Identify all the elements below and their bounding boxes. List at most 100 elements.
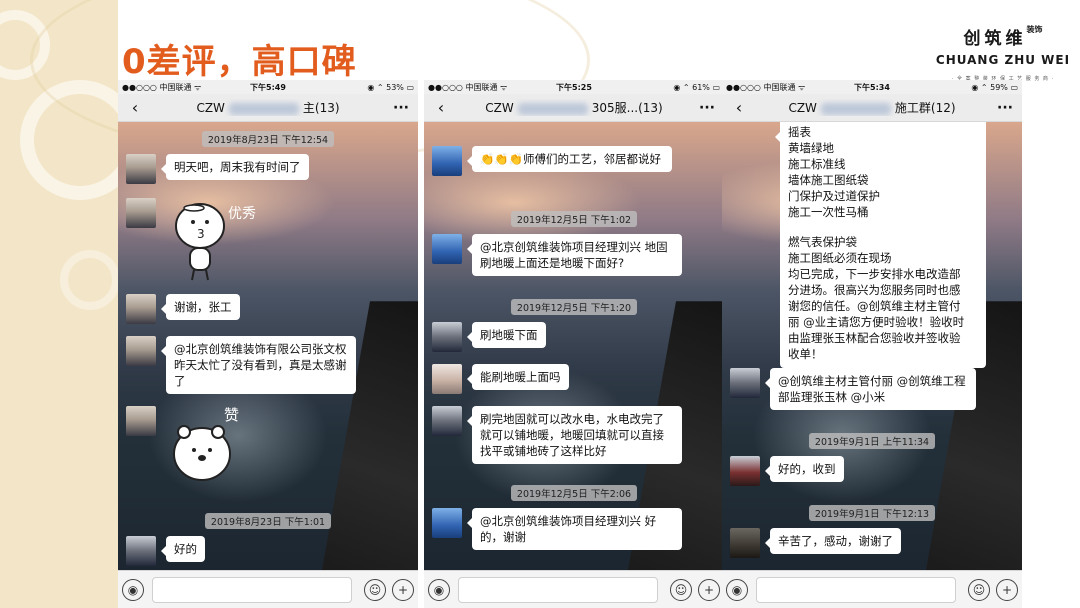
message-row: 谢谢，张工 [126,294,240,324]
plus-icon[interactable]: + [698,578,720,601]
message-row: 刷完地固就可以改水电，水电改完了就可以铺地暖，地暖回填就可以直接找平或铺地砖了这… [432,406,682,464]
message-row: 明天吧，周末我有时间了 [126,154,309,184]
more-icon[interactable]: ··· [384,100,418,116]
avatar[interactable] [432,406,462,436]
message-line: 燃气表保护袋 [788,235,857,249]
chat-header: ‹ CZW 主(13) ··· [118,94,418,122]
emoji-icon[interactable]: ☺ [364,578,386,601]
message-input[interactable] [756,576,956,603]
timestamp: 2019年12月5日 下午1:02 [424,208,724,227]
message-input[interactable] [458,576,658,603]
message-row: @创筑维主材主管付丽 @创筑维工程部监理张玉林 @小米 [730,368,976,410]
avatar[interactable] [126,536,156,566]
message-line: 分进场。很高兴为您服务同时也感 [788,283,961,297]
avatar[interactable] [126,336,156,366]
message-line: 施工一次性马桶 [788,205,869,219]
plus-icon[interactable]: + [392,578,414,601]
message-row: 好的 [126,536,205,566]
chat-header: ‹ CZW 施工群(12) ··· [722,94,1022,122]
status-time: 下午5:49 [250,82,286,92]
message-bubble[interactable]: 👏👏👏师傅们的工艺，邻居都说好 [467,146,672,172]
svg-text:3: 3 [197,227,205,241]
sticker-excellent[interactable]: 3 优秀 [166,196,256,282]
back-icon[interactable]: ‹ [118,98,152,117]
chat-title: CZW 305服...(13) [485,101,663,115]
timestamp: 2019年8月23日 下午12:54 [118,128,418,147]
message-bubble[interactable]: 好的 [161,536,205,562]
status-time: 下午5:34 [854,82,890,92]
timestamp: 2019年9月1日 下午12:13 [722,502,1022,521]
plus-icon[interactable]: + [996,578,1018,601]
message-row [126,198,156,228]
message-line: 墙体施工图纸袋 [788,173,869,187]
logo-chinese: 创筑维装饰 [963,25,1043,49]
avatar[interactable] [730,456,760,486]
back-icon[interactable]: ‹ [424,98,458,117]
avatar[interactable] [126,294,156,324]
message-row [126,406,156,436]
message-bubble[interactable]: 能刷地暖上面吗 [467,364,569,390]
message-bubble[interactable]: 谢谢，张工 [161,294,240,320]
chat-input-bar: ◉ ☺ + [722,570,1022,608]
message-line: 收单！ [788,347,823,361]
more-icon[interactable]: ··· [988,100,1022,116]
redacted-text [228,102,299,115]
timestamp: 2019年12月5日 下午2:06 [424,482,724,501]
message-row: 刷地暖下面 [432,322,546,352]
message-bubble[interactable]: 刷地暖下面 [467,322,546,348]
voice-icon[interactable]: ◉ [122,578,144,601]
message-bubble[interactable]: @北京创筑维装饰有限公司张文权 昨天太忙了没有看到，真是太感谢了 [161,336,356,394]
status-bar: ●●○○○ 中国联通 ᯤ 下午5:49 ◉ ⌃ 53% ▭ [118,80,418,94]
message-row: 好的，收到 [730,456,844,486]
message-line: 摇表 [788,125,811,139]
avatar[interactable] [730,528,760,558]
message-bubble[interactable]: @创筑维主材主管付丽 @创筑维工程部监理张玉林 @小米 [765,368,976,410]
avatar[interactable] [432,364,462,394]
avatar[interactable] [730,368,760,398]
chat-title: CZW 主(13) [196,101,340,115]
emoji-icon[interactable]: ☺ [968,578,990,601]
voice-icon[interactable]: ◉ [726,578,748,601]
chat-header: ‹ CZW 305服...(13) ··· [424,94,724,122]
redacted-text [517,102,588,115]
timestamp: 2019年12月5日 下午1:20 [424,296,724,315]
status-bar: ●●○○○ 中国联通 ᯤ 下午5:25 ◉ ⌃ 61% ▭ [424,80,724,94]
message-input[interactable] [152,576,352,603]
status-time: 下午5:25 [556,82,592,92]
sticker-thumbs-up[interactable]: 赞 [168,404,258,494]
message-row: @北京创筑维装饰有限公司张文权 昨天太忙了没有看到，真是太感谢了 [126,336,356,394]
back-icon[interactable]: ‹ [722,98,756,117]
avatar[interactable] [126,154,156,184]
more-icon[interactable]: ··· [690,100,724,116]
chat-screenshot-2: ●●○○○ 中国联通 ᯤ 下午5:25 ◉ ⌃ 61% ▭ ‹ CZW 305服.… [424,80,724,608]
avatar[interactable] [432,322,462,352]
message-line: 丽 @业主请您方便时验收！验收时 [788,315,965,329]
avatar[interactable] [126,198,156,228]
message-line: 门保护及过道保护 [788,189,880,203]
message-bubble[interactable]: 刷完地固就可以改水电，水电改完了就可以铺地暖，地暖回填就可以直接找平或铺地砖了这… [467,406,682,464]
avatar[interactable] [432,146,462,176]
message-bubble[interactable]: 好的，收到 [765,456,844,482]
emoji-icon[interactable]: ☺ [670,578,692,601]
message-bubble[interactable]: @北京创筑维装饰项目经理刘兴 地固刷地暖上面还是地暖下面好? [467,234,682,276]
voice-icon[interactable]: ◉ [428,578,450,601]
avatar[interactable] [126,406,156,436]
avatar[interactable] [432,508,462,538]
long-message-bubble[interactable]: 摇表 黄墙绿地 施工标准线 墙体施工图纸袋 门保护及过道保护 施工一次性马桶 燃… [775,122,986,368]
status-bar: ●●○○○ 中国联通 ᯤ 下午5:34 ◉ ⌃ 59% ▭ [722,80,1022,94]
avatar[interactable] [432,234,462,264]
message-bubble[interactable]: @北京创筑维装饰项目经理刘兴 好的，谢谢 [467,508,682,550]
brand-logo: 创筑维装饰 CHUANG ZHU WEI · 全 案 整 装 环 保 工 艺 服… [928,24,1078,82]
timestamp: 2019年8月23日 下午1:01 [118,510,418,529]
sticker-text: 优秀 [228,206,256,222]
message-line: 施工图纸必须在现场 [788,251,892,265]
timestamp: 2019年9月1日 上午11:34 [722,430,1022,449]
chat-screenshot-1: ●●○○○ 中国联通 ᯤ 下午5:49 ◉ ⌃ 53% ▭ ‹ CZW 主(13)… [118,80,418,608]
message-line: 均已完成，下一步安排水电改造部 [788,267,961,281]
message-line: 谢您的信任。@创筑维主材主管付 [788,299,961,313]
message-line: 施工标准线 [788,157,846,171]
message-bubble[interactable]: 明天吧，周末我有时间了 [161,154,309,180]
message-row: 辛苦了，感动，谢谢了 [730,528,901,558]
message-bubble[interactable]: 辛苦了，感动，谢谢了 [765,528,901,554]
message-row: @北京创筑维装饰项目经理刘兴 好的，谢谢 [432,508,682,550]
